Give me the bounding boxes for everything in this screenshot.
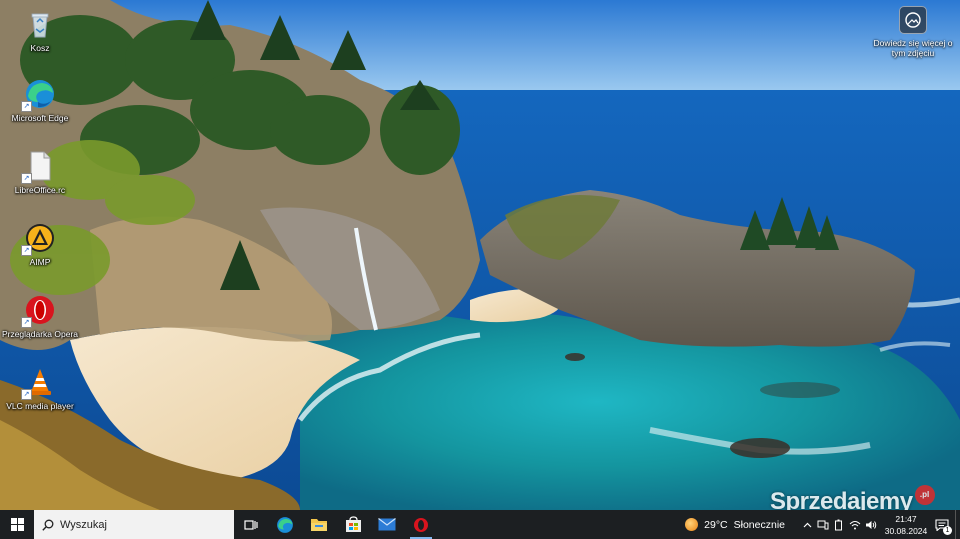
action-center-button[interactable]: 1 bbox=[929, 510, 955, 539]
opera-icon: ↗ bbox=[21, 294, 56, 328]
watermark-badge: .pl bbox=[914, 485, 935, 505]
store-icon bbox=[345, 516, 361, 532]
shortcut-arrow-icon: ↗ bbox=[21, 389, 32, 400]
search-input[interactable]: Wyszukaj bbox=[34, 510, 234, 539]
desktop-icon-label: AIMP bbox=[29, 257, 51, 267]
taskbar-store-button[interactable] bbox=[336, 510, 370, 539]
clock-time: 21:47 bbox=[895, 513, 917, 524]
desktop-icon-vlc[interactable]: ↗ VLC media player bbox=[0, 366, 80, 411]
weather-condition: Słonecznie bbox=[733, 518, 785, 531]
wifi-icon[interactable] bbox=[847, 510, 863, 539]
mail-icon bbox=[378, 518, 396, 531]
taskbar-edge-button[interactable] bbox=[268, 510, 302, 539]
volume-icon[interactable] bbox=[863, 510, 879, 539]
recycle-bin-icon bbox=[24, 8, 56, 40]
desktop-icon-opera[interactable]: ↗ Przeglądarka Opera bbox=[0, 294, 80, 339]
camera-icon bbox=[899, 6, 927, 34]
task-view-button[interactable] bbox=[234, 510, 268, 539]
shortcut-arrow-icon: ↗ bbox=[21, 101, 32, 112]
edge-icon: ↗ bbox=[21, 78, 56, 112]
desktop-icon-label: VLC media player bbox=[6, 401, 74, 411]
clock[interactable]: 21:47 30.08.2024 bbox=[883, 513, 929, 537]
search-placeholder: Wyszukaj bbox=[60, 518, 107, 531]
aimp-icon: ↗ bbox=[21, 222, 56, 256]
devices-icon[interactable] bbox=[815, 510, 831, 539]
system-tray: 29°C Słonecznie 21:47 30.08.2024 1 bbox=[685, 510, 960, 539]
learn-more-about-picture[interactable]: Dowiedz się więcej o tym zdjęciu bbox=[868, 6, 958, 58]
desktop-icon-label: Kosz bbox=[30, 43, 50, 53]
shortcut-arrow-icon: ↗ bbox=[21, 245, 32, 256]
desktop-wallpaper bbox=[0, 0, 960, 510]
desktop-icon-recycle-bin[interactable]: Kosz bbox=[0, 8, 80, 53]
desktop-icon-aimp[interactable]: ↗ AIMP bbox=[0, 222, 80, 267]
show-hidden-icons-chevron-icon[interactable] bbox=[799, 510, 815, 539]
taskbar: Wyszukaj 29°C Słonecznie 21:47 30.08.202… bbox=[0, 510, 960, 539]
search-icon bbox=[42, 519, 54, 531]
file-icon: ↗ bbox=[21, 150, 56, 184]
opera-icon bbox=[414, 517, 428, 532]
clock-date: 30.08.2024 bbox=[884, 525, 928, 536]
show-desktop-button[interactable] bbox=[955, 510, 960, 539]
sun-icon bbox=[685, 518, 699, 531]
taskbar-opera-button[interactable] bbox=[404, 510, 438, 539]
weather-temp: 29°C bbox=[704, 518, 728, 531]
edge-icon bbox=[277, 516, 293, 533]
shortcut-arrow-icon: ↗ bbox=[21, 173, 32, 184]
battery-icon[interactable] bbox=[831, 510, 847, 539]
notification-count-badge: 1 bbox=[943, 526, 952, 535]
task-view-icon bbox=[244, 519, 258, 530]
desktop-icon-microsoft-edge[interactable]: ↗ Microsoft Edge bbox=[0, 78, 80, 123]
folder-icon bbox=[311, 519, 327, 531]
desktop-icon-label: LibreOffice.rc bbox=[14, 185, 66, 195]
weather-widget[interactable]: 29°C Słonecznie bbox=[685, 518, 785, 531]
shortcut-arrow-icon: ↗ bbox=[21, 317, 32, 328]
desktop-icon-label: Microsoft Edge bbox=[11, 113, 69, 123]
desktop-icon-libreoffice[interactable]: ↗ LibreOffice.rc bbox=[0, 150, 80, 195]
taskbar-file-explorer-button[interactable] bbox=[302, 510, 336, 539]
learn-more-label: Dowiedz się więcej o tym zdjęciu bbox=[873, 38, 953, 58]
windows-icon bbox=[10, 518, 24, 531]
start-button[interactable] bbox=[0, 510, 34, 539]
vlc-icon: ↗ bbox=[21, 366, 56, 400]
taskbar-mail-button[interactable] bbox=[370, 510, 404, 539]
desktop-icon-label: Przeglądarka Opera bbox=[1, 329, 79, 339]
